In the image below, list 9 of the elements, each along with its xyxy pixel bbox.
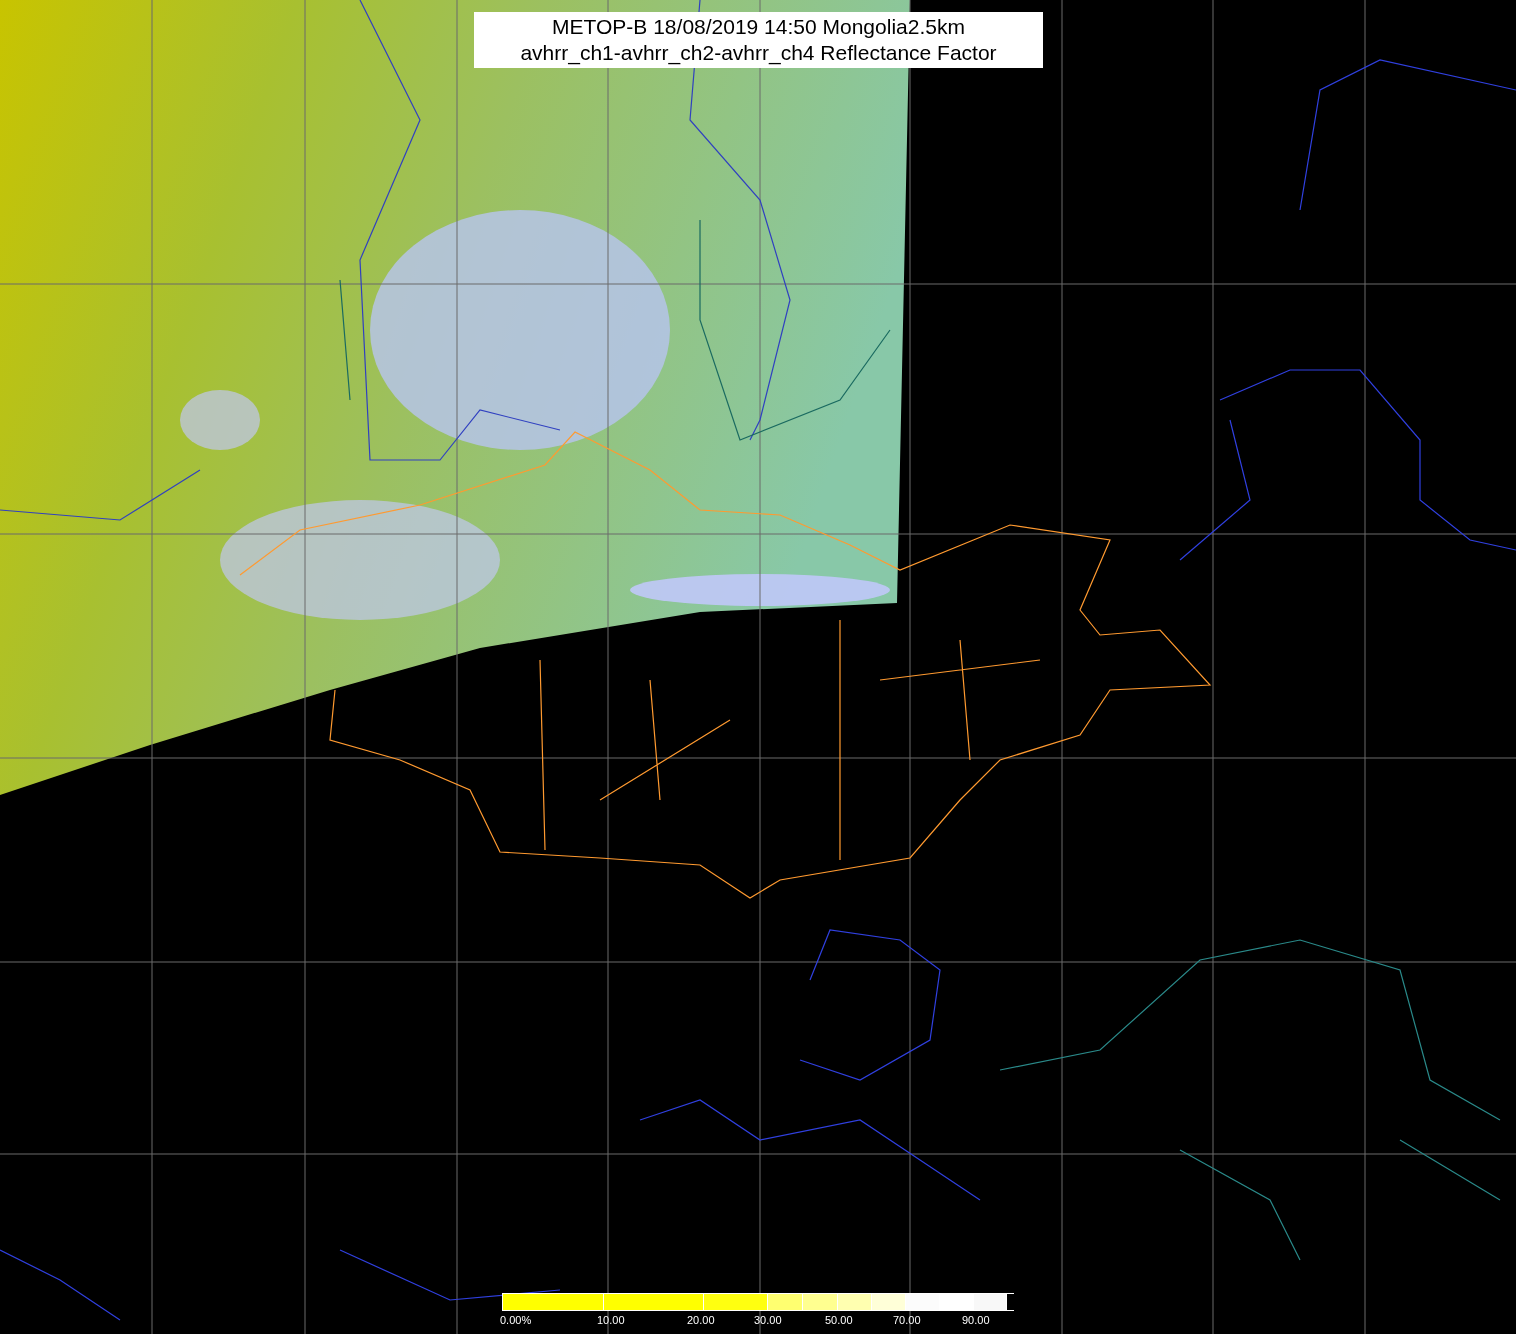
scale-label: 90.00 <box>962 1313 990 1328</box>
subtitle-text: avhrr_ch1-avhrr_ch2-avhrr_ch4 Reflectance Factor <box>520 40 997 66</box>
scale-label: 50.00 <box>825 1313 853 1328</box>
title-text: METOP-B 18/08/2019 14:50 Mongolia2.5km <box>552 14 965 40</box>
scale-label: 10.00 <box>597 1313 625 1328</box>
scale-label: 30.00 <box>754 1313 782 1328</box>
scale-label: 70.00 <box>893 1313 921 1328</box>
scale-label: 20.00 <box>687 1313 715 1328</box>
scale-label: 0.00% <box>500 1313 532 1328</box>
